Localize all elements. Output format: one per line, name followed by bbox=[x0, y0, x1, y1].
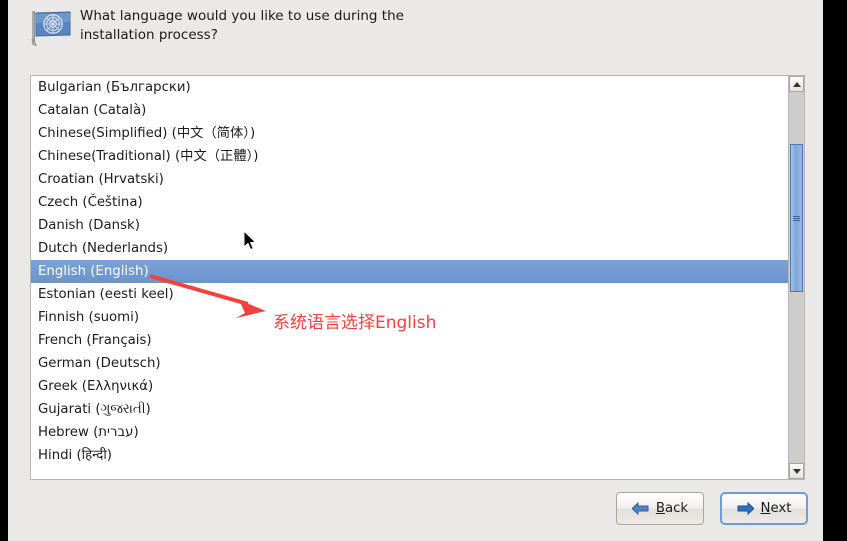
vertical-scrollbar[interactable] bbox=[788, 76, 804, 479]
chevron-down-icon[interactable] bbox=[789, 463, 804, 479]
chevron-up-icon[interactable] bbox=[789, 76, 804, 92]
un-flag-icon bbox=[31, 11, 71, 47]
list-item[interactable]: Hebrew (עברית) bbox=[31, 421, 788, 444]
back-button-label: Back bbox=[656, 501, 688, 516]
scrollbar-grip-icon bbox=[793, 215, 800, 221]
footer: Back Next bbox=[8, 483, 823, 541]
list-item[interactable]: German (Deutsch) bbox=[31, 352, 788, 375]
back-rest: ack bbox=[664, 501, 689, 516]
chevron-up-glyph bbox=[792, 81, 801, 87]
list-item[interactable]: Bulgarian (Български) bbox=[31, 76, 788, 99]
list-item[interactable]: Danish (Dansk) bbox=[31, 214, 788, 237]
arrow-left-icon bbox=[631, 502, 649, 515]
list-item[interactable]: English (English) bbox=[31, 260, 788, 283]
list-item[interactable]: Croatian (Hrvatski) bbox=[31, 168, 788, 191]
next-mnemonic: N bbox=[760, 501, 771, 516]
list-item[interactable]: Estonian (eesti keel) bbox=[31, 283, 788, 306]
mouse-cursor-icon bbox=[244, 231, 257, 251]
list-item[interactable]: Czech (Čeština) bbox=[31, 191, 788, 214]
next-button[interactable]: Next bbox=[720, 492, 808, 525]
next-button-label: Next bbox=[761, 501, 792, 516]
bezel-left bbox=[0, 0, 8, 541]
header-question: What language would you like to use duri… bbox=[80, 7, 500, 45]
language-list-viewport[interactable]: Bulgarian (Български) Catalan (Català) Chi… bbox=[31, 76, 788, 479]
scrollbar-thumb[interactable] bbox=[790, 144, 803, 292]
list-item[interactable]: French (Français) bbox=[31, 329, 788, 352]
language-listbox[interactable]: Bulgarian (Български) Catalan (Català) Chi… bbox=[30, 75, 805, 480]
chevron-down-glyph bbox=[792, 468, 801, 474]
list-item[interactable]: Greek (Ελληνικά) bbox=[31, 375, 788, 398]
installer-window: What language would you like to use duri… bbox=[8, 0, 823, 541]
bezel-right bbox=[823, 0, 847, 541]
header-question-line1: What language would you like to use duri… bbox=[80, 8, 404, 24]
screen: What language would you like to use duri… bbox=[0, 0, 847, 541]
arrow-right-icon bbox=[737, 502, 754, 515]
back-mnemonic: B bbox=[655, 501, 665, 516]
list-item[interactable]: Chinese(Simplified) (中文（简体）) bbox=[31, 122, 788, 145]
header: What language would you like to use duri… bbox=[8, 0, 823, 58]
list-item[interactable]: Catalan (Català) bbox=[31, 99, 788, 122]
back-button[interactable]: Back bbox=[616, 492, 704, 525]
list-item[interactable]: Gujarati (ગુજરાતી) bbox=[31, 398, 788, 421]
list-item[interactable]: Dutch (Nederlands) bbox=[31, 237, 788, 260]
header-question-line2: installation process? bbox=[80, 27, 218, 43]
list-item[interactable]: Chinese(Traditional) (中文（正體）) bbox=[31, 145, 788, 168]
list-item[interactable]: Hindi (हिन्दी) bbox=[31, 444, 788, 467]
next-rest: ext bbox=[770, 501, 792, 516]
language-list-rows[interactable]: Bulgarian (Български) Catalan (Català) Chi… bbox=[31, 76, 788, 467]
list-item[interactable]: Finnish (suomi) bbox=[31, 306, 788, 329]
